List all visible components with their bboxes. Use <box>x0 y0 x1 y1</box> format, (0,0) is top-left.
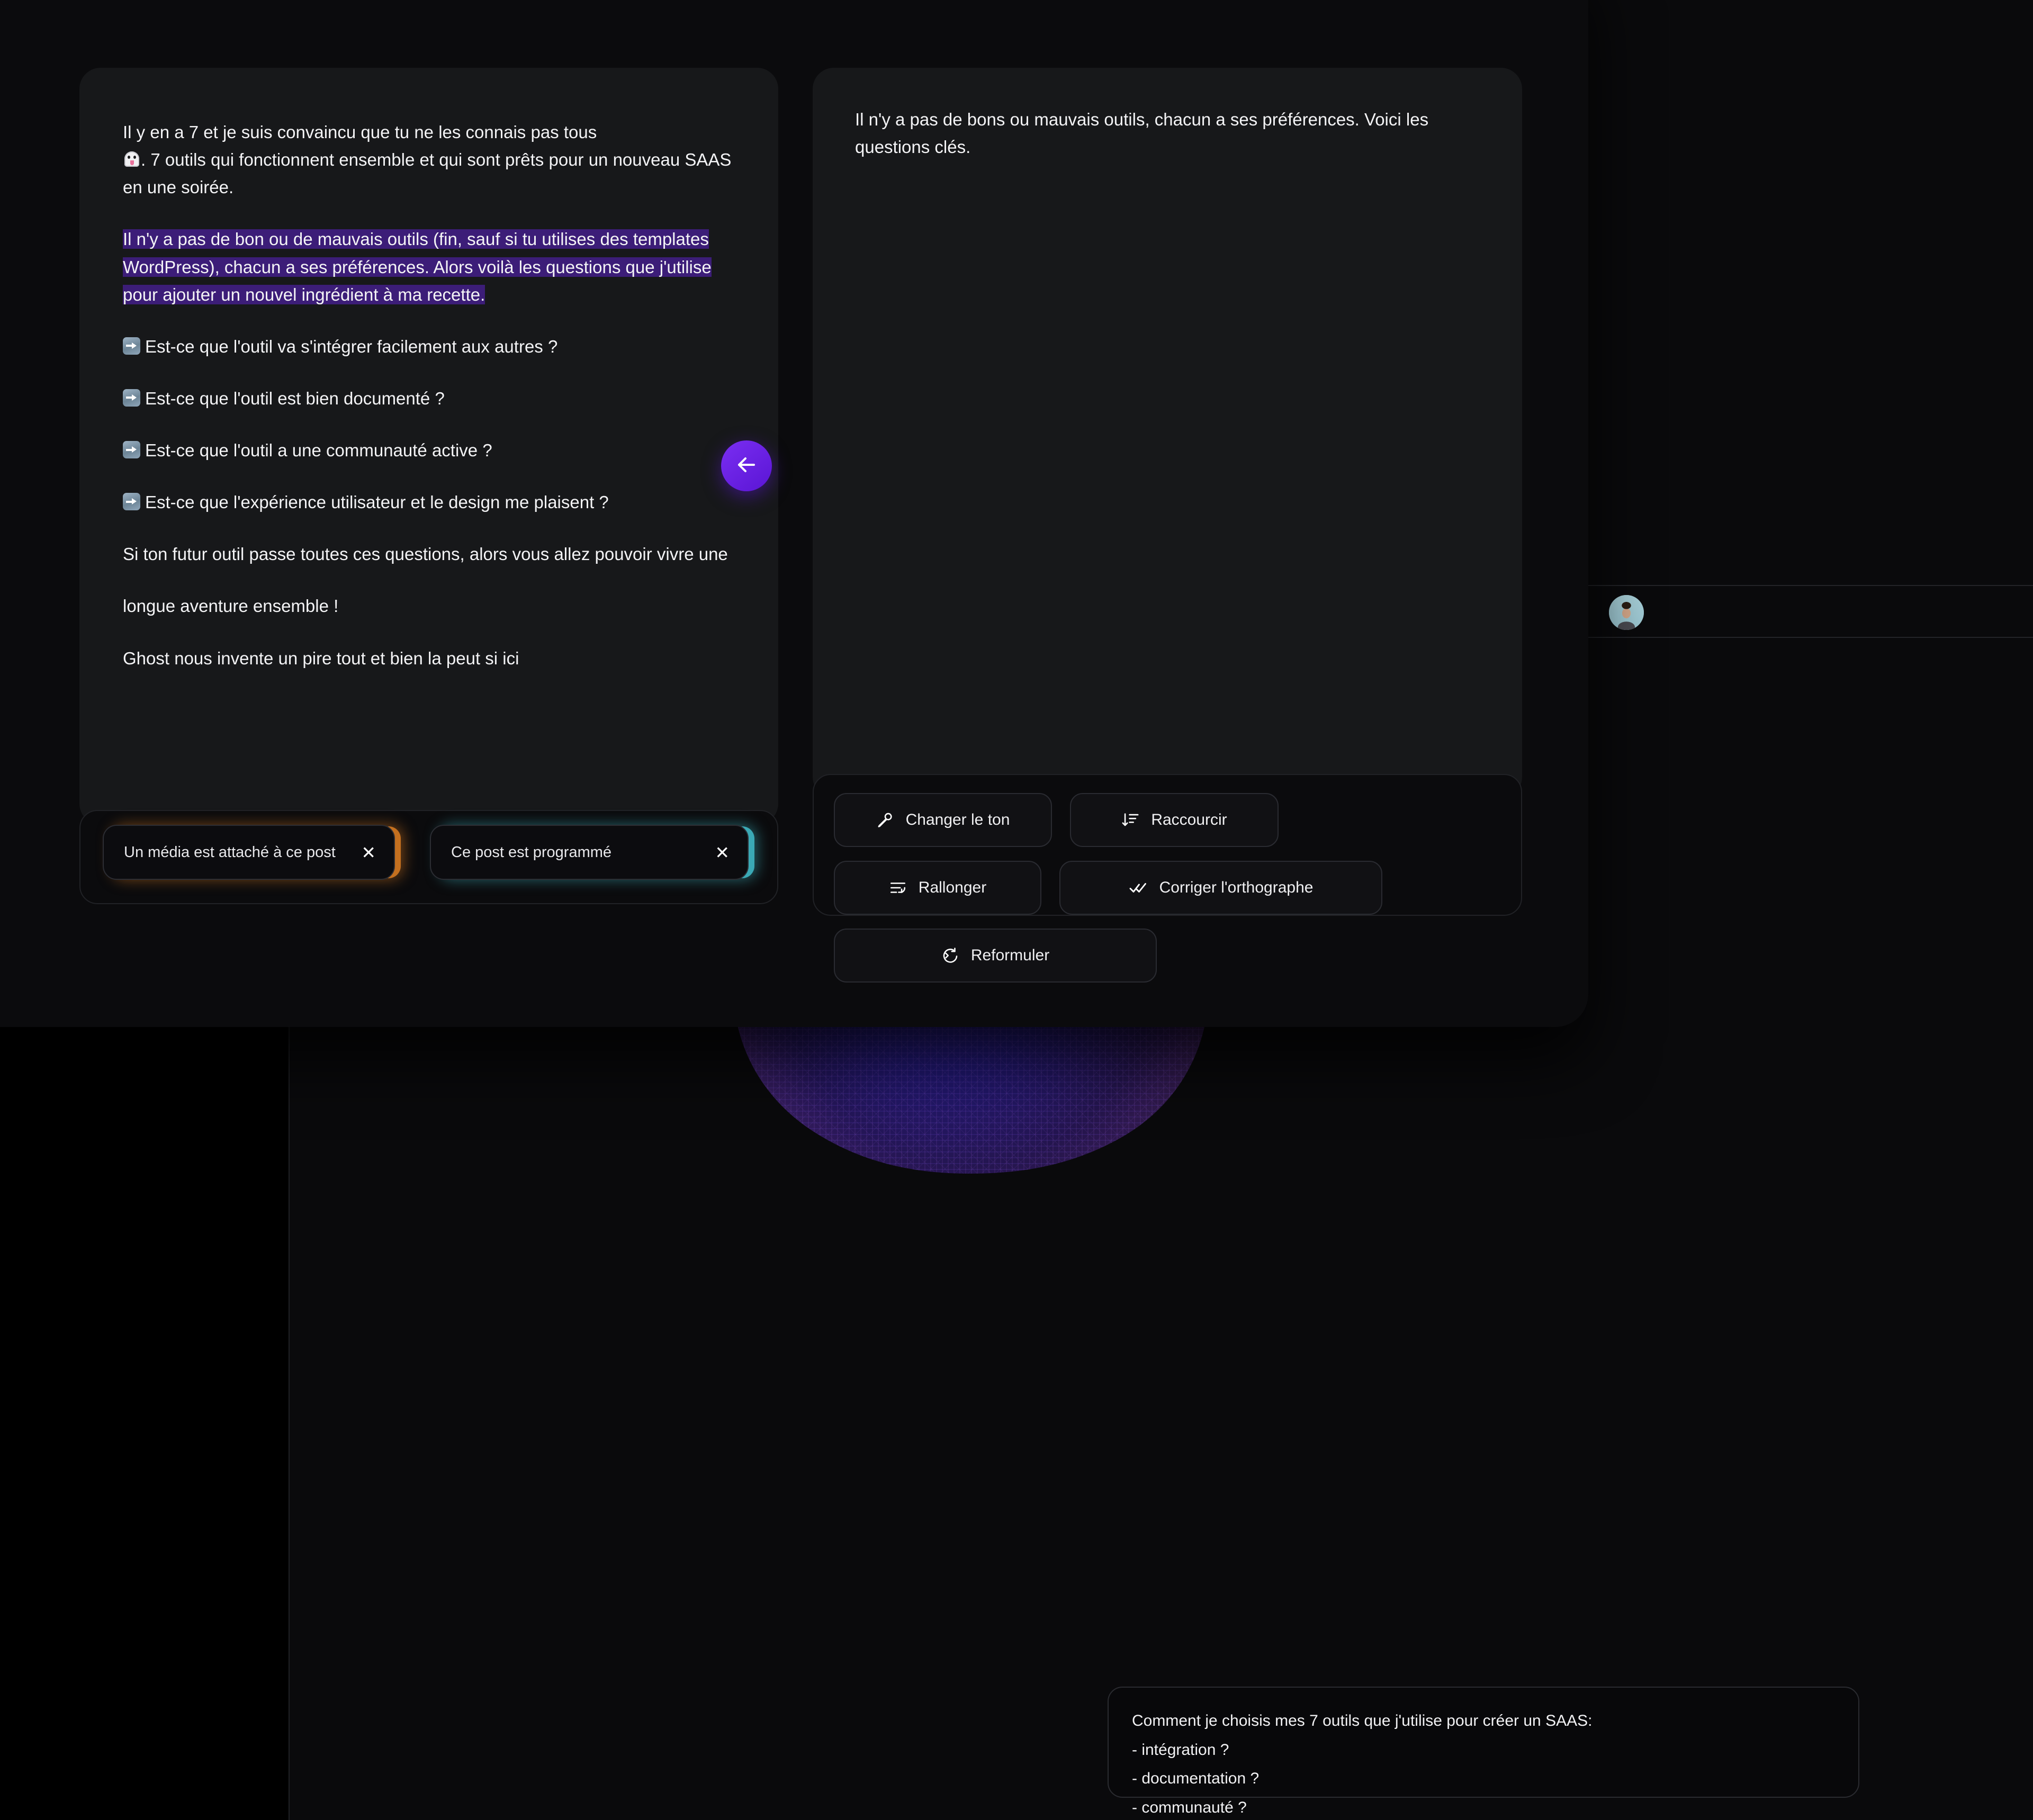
ai-suggestion-panel: Il n'y a pas de bons ou mauvais outils, … <box>813 68 1522 798</box>
post-paragraph: Est-ce que l'expérience utilisateur et l… <box>123 489 737 516</box>
ghost-eyes <box>128 156 136 159</box>
post-paragraph: Est-ce que l'outil va s'intégrer facilem… <box>123 333 737 361</box>
chip-post-scheduled[interactable]: Ce post est programmé ✕ <box>430 825 749 880</box>
tool-label: Raccourcir <box>1151 811 1227 828</box>
post-paragraph: Si ton futur outil passe toutes ces ques… <box>123 544 728 564</box>
tool-raccourcir[interactable]: Raccourcir <box>1070 793 1279 847</box>
tool-rallonger[interactable]: Rallonger <box>834 861 1041 915</box>
screen-root: Ghost Genius « Donnez-moi tout ce que vo… <box>0 0 2033 1820</box>
tool-corriger-lorthographe[interactable]: Corriger l'orthographe <box>1059 861 1382 915</box>
composer: Comment je choisis mes 7 outils que j'ut… <box>1108 1687 1859 1816</box>
arrow-expand-lines-icon <box>889 879 907 897</box>
close-icon[interactable]: ✕ <box>361 844 376 861</box>
ai-suggestion-text: Il n'y a pas de bons ou mauvais outils, … <box>855 110 1429 157</box>
ai-rewrite-modal: Il y en a 7 et je suis convaincu que tu … <box>0 0 1588 1027</box>
original-post-text: Il y en a 7 et je suis convaincu que tu … <box>123 119 737 672</box>
post-paragraph: longue aventure ensemble ! <box>123 596 339 616</box>
refresh-icon <box>941 947 959 965</box>
post-question-3: Est-ce que l'outil a une communauté acti… <box>145 440 492 460</box>
post-line-1: Il y en a 7 et je suis convaincu que tu … <box>123 122 597 142</box>
tool-label: Rallonger <box>918 879 987 896</box>
arrow-down-short-icon <box>1121 811 1139 829</box>
double-check-icon <box>1129 878 1148 897</box>
avatar-image <box>1609 595 1644 630</box>
right-arrow-emoji-icon <box>123 441 140 458</box>
chip-media-attached[interactable]: Un média est attaché à ce post ✕ <box>103 825 395 880</box>
post-paragraph: Il y en a 7 et je suis convaincu que tu … <box>123 119 737 201</box>
post-status-chips: Un média est attaché à ce post ✕ Ce post… <box>79 810 778 904</box>
original-post-panel: Il y en a 7 et je suis convaincu que tu … <box>79 68 778 825</box>
tool-reformuler[interactable]: Reformuler <box>834 929 1157 983</box>
tool-changer-le-ton[interactable]: Changer le ton <box>834 793 1052 847</box>
composer-input-box[interactable]: Comment je choisis mes 7 outils que j'ut… <box>1108 1687 1859 1816</box>
post-question-4: Est-ce que l'expérience utilisateur et l… <box>145 492 609 512</box>
pen-tool-icon <box>876 811 894 829</box>
tool-label: Corriger l'orthographe <box>1159 879 1314 896</box>
chip-label: Un média est attaché à ce post <box>124 843 336 861</box>
right-arrow-emoji-icon <box>123 337 140 355</box>
post-line-2: . 7 outils qui fonctionnent ensemble et … <box>123 150 732 197</box>
selected-text: Il n'y a pas de bon ou de mauvais outils… <box>123 229 712 304</box>
ghost-emoji-icon <box>123 150 141 168</box>
apply-back-button[interactable] <box>721 440 772 491</box>
tool-label: Changer le ton <box>905 811 1010 828</box>
post-question-2: Est-ce que l'outil est bien documenté ? <box>145 388 445 408</box>
ai-tools-bar: Changer le ton Raccourcir Rallonger Corr… <box>813 774 1522 983</box>
post-paragraph: Est-ce que l'outil est bien documenté ? <box>123 385 737 412</box>
composer-input[interactable]: Comment je choisis mes 7 outils que j'ut… <box>1132 1707 1837 1820</box>
tool-label: Reformuler <box>970 947 1050 964</box>
right-arrow-emoji-icon <box>123 493 140 511</box>
post-paragraph: Est-ce que l'outil a une communauté acti… <box>123 437 737 464</box>
avatar[interactable] <box>1609 595 1644 630</box>
chip-label: Ce post est programmé <box>451 843 612 861</box>
post-paragraph-truncated: Ghost nous invente un pire tout et bien … <box>123 648 519 668</box>
post-paragraph-highlighted: Il n'y a pas de bon ou de mauvais outils… <box>123 226 737 308</box>
right-arrow-emoji-icon <box>123 389 140 407</box>
post-question-1: Est-ce que l'outil va s'intégrer facilem… <box>145 336 558 356</box>
close-icon[interactable]: ✕ <box>715 844 730 861</box>
arrow-left-icon <box>734 452 759 480</box>
